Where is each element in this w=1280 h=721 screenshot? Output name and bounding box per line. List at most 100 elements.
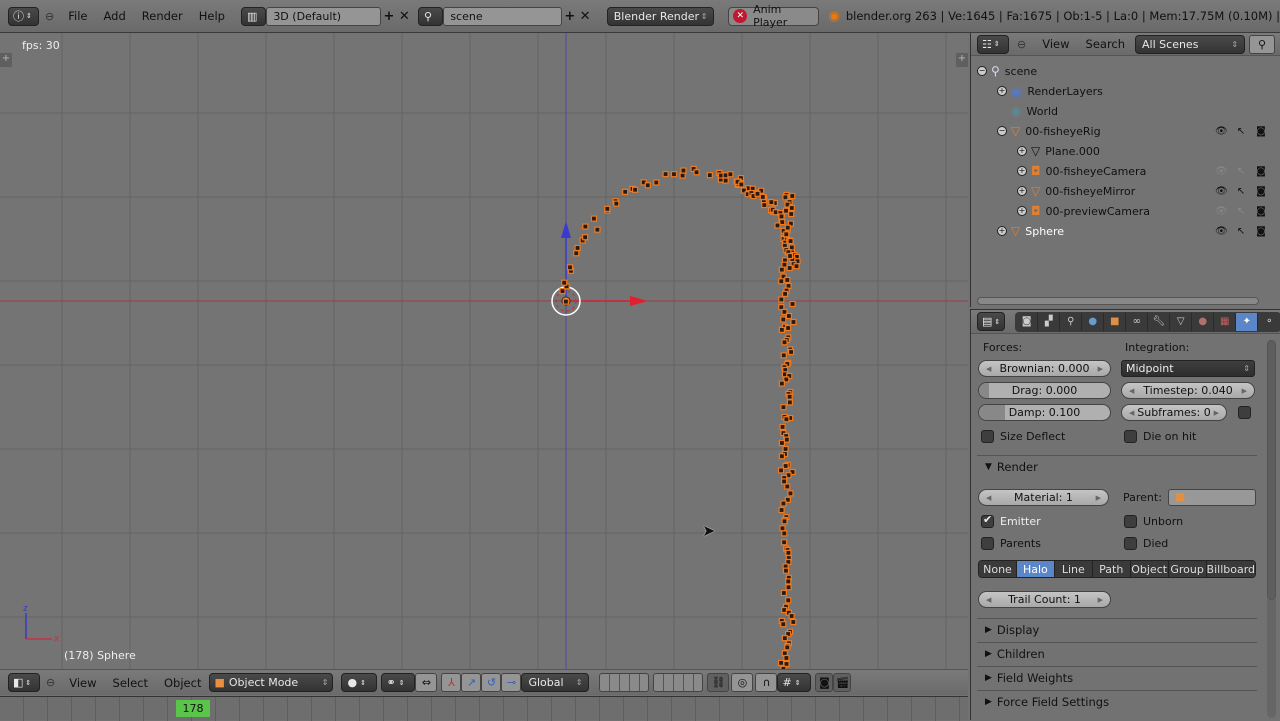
collapse-menu-icon[interactable]: ⊖ [45,10,54,23]
timestep-field[interactable]: ◀ Timestep: 0.040 ▶ [1121,382,1255,399]
decrement-arrow-icon[interactable]: ◀ [1129,409,1134,417]
editor-type-outliner-button[interactable]: ☷ ⇕ [977,34,1009,54]
integration-dropdown[interactable]: Midpoint ⇕ [1121,360,1255,377]
collapse-menu-icon[interactable]: ⊖ [1017,38,1026,51]
unborn-checkbox[interactable] [1124,515,1137,528]
outliner-item[interactable]: + ▽ Plane.000 [971,141,1280,161]
anim-player-button[interactable]: ✕ Anim Player [728,3,819,29]
screen-layout-field[interactable]: 3D (Default) [266,6,382,26]
tab-constraints-icon[interactable]: ∞ [1126,312,1149,331]
increment-arrow-icon[interactable]: ▶ [1098,365,1103,373]
panel-field-weights[interactable]: ▶ Field Weights [977,666,1257,688]
snap-magnet-icon[interactable]: ∩ [755,673,778,692]
menu-render[interactable]: Render [134,9,191,23]
renderability-camera-icon[interactable]: ◙ [1255,226,1267,237]
increment-arrow-icon[interactable]: ▶ [1098,596,1103,604]
layers-group-2[interactable] [653,673,704,692]
increment-arrow-icon[interactable]: ▶ [1096,494,1101,502]
properties-shelf-toggle-icon[interactable]: + [956,53,968,67]
manipulator-toggle[interactable]: ⅄ [441,673,462,692]
pivot-point-dropdown[interactable]: ⚭ ⇕ [381,673,416,692]
decrement-arrow-icon[interactable]: ◀ [986,494,991,502]
menu-view[interactable]: View [61,676,104,690]
parents-checkbox[interactable] [981,537,994,550]
tab-particles-icon[interactable]: ✦ [1236,312,1259,331]
tab-data-icon[interactable]: ▽ [1170,312,1193,331]
outliner-item[interactable]: − ▽ 00-fisheyeRig 👁︎ ↖ ◙ [971,121,1280,141]
tab-render-layers-icon[interactable]: ▞ [1038,312,1061,331]
expand-icon[interactable]: + [1017,166,1027,176]
panel-force-field-settings[interactable]: ▶ Force Field Settings [977,690,1257,712]
decrement-arrow-icon[interactable]: ◀ [986,365,991,373]
menu-select[interactable]: Select [105,676,156,690]
menu-file[interactable]: File [60,9,95,23]
trail-count-field[interactable]: ◀ Trail Count: 1 ▶ [978,591,1111,608]
renderability-camera-icon[interactable]: ◙ [1255,206,1267,217]
panel-children[interactable]: ▶ Children [977,642,1257,664]
tab-object-icon[interactable]: ■ [1104,312,1127,331]
expand-icon[interactable]: + [1017,206,1027,216]
proportional-edit-icon[interactable]: ◎ [731,673,754,692]
menu-object[interactable]: Object [156,676,209,690]
outliner-item[interactable]: + ▽ 00-fisheyeMirror 👁︎ ↖ ◙ [971,181,1280,201]
drag-slider[interactable]: Drag: 0.000 [978,382,1111,399]
parent-object-field[interactable]: ■ [1168,489,1256,506]
toolshelf-toggle-icon[interactable]: + [0,53,12,67]
snap-element-dropdown[interactable]: # ⇕ [777,673,812,692]
increment-arrow-icon[interactable]: ▶ [1242,387,1247,395]
lock-camera-layers-icon[interactable]: ⛓ [707,673,730,692]
outliner-search-button[interactable]: ⚲ [1249,34,1276,54]
render-type-halo[interactable]: Halo [1016,561,1055,577]
visibility-eye-icon[interactable]: 👁︎ [1215,186,1228,197]
selectability-arrow-icon[interactable]: ↖ [1235,226,1247,237]
subframes-toggle-checkbox[interactable] [1238,406,1251,419]
render-type-none[interactable]: None [979,561,1017,577]
outliner-item[interactable]: + ▣ RenderLayers [971,81,1280,101]
mode-dropdown[interactable]: ■ Object Mode ⇕ [209,673,334,692]
renderability-camera-icon[interactable]: ◙ [1255,186,1267,197]
outliner-item[interactable]: − ⚲ scene [971,61,1280,81]
timeline-strip[interactable]: 178 [0,696,968,721]
remove-screen-icon[interactable]: ✕ [397,8,412,24]
tab-modifiers-icon[interactable]: 🔧︎ [1148,312,1171,331]
translate-manipulator-icon[interactable]: ↗ [461,673,482,692]
tab-scene-icon[interactable]: ⚲ [1060,312,1083,331]
expand-icon[interactable]: + [997,226,1007,236]
render-type-path[interactable]: Path [1092,561,1131,577]
scene-icon-button[interactable]: ⚲ [417,6,444,26]
panel-display[interactable]: ▶ Display [977,618,1257,640]
expand-icon[interactable]: + [1017,146,1027,156]
opengl-render-image-icon[interactable]: ◙ [815,673,834,692]
expand-icon[interactable]: + [1017,186,1027,196]
visibility-eye-icon[interactable]: 👁︎ [1215,206,1228,217]
selectability-arrow-icon[interactable]: ↖ [1235,186,1247,197]
screen-layout-icon-button[interactable]: ▥ [240,6,267,26]
tab-material-icon[interactable]: ● [1192,312,1215,331]
menu-help[interactable]: Help [191,9,233,23]
material-field[interactable]: ◀ Material: 1 ▶ [978,489,1109,506]
outliner-horizontal-scrollbar[interactable] [977,297,1259,305]
scrollbar-thumb[interactable] [1267,340,1276,600]
decrement-arrow-icon[interactable]: ◀ [986,596,991,604]
viewport-canvas[interactable]: zx [0,33,968,669]
outliner-item[interactable]: ◉ World [971,101,1280,121]
scene-field[interactable]: scene [443,6,563,26]
renderability-camera-icon[interactable]: ◙ [1255,126,1267,137]
decrement-arrow-icon[interactable]: ◀ [1129,387,1134,395]
remove-scene-icon[interactable]: ✕ [577,8,592,24]
damp-slider[interactable]: Damp: 0.100 [978,404,1111,421]
size-deflect-checkbox[interactable] [981,430,994,443]
tab-physics-icon[interactable]: ⚬ [1258,313,1280,331]
emitter-checkbox[interactable] [981,513,994,528]
add-scene-icon[interactable]: + [562,8,577,24]
visibility-eye-icon[interactable]: 👁︎ [1215,226,1228,237]
render-type-group[interactable]: Group [1168,561,1207,577]
editor-type-properties-button[interactable]: ▤ ⇕ [977,312,1006,331]
selectability-arrow-icon[interactable]: ↖ [1235,126,1247,137]
visibility-eye-icon[interactable]: 👁︎ [1215,166,1228,177]
current-frame-indicator[interactable]: 178 [176,700,210,717]
tab-world-icon[interactable]: ● [1082,312,1105,331]
render-type-billboard[interactable]: Billboard [1206,561,1255,577]
visibility-eye-icon[interactable]: 👁︎ [1215,126,1228,137]
layers-group-1[interactable] [599,673,650,692]
